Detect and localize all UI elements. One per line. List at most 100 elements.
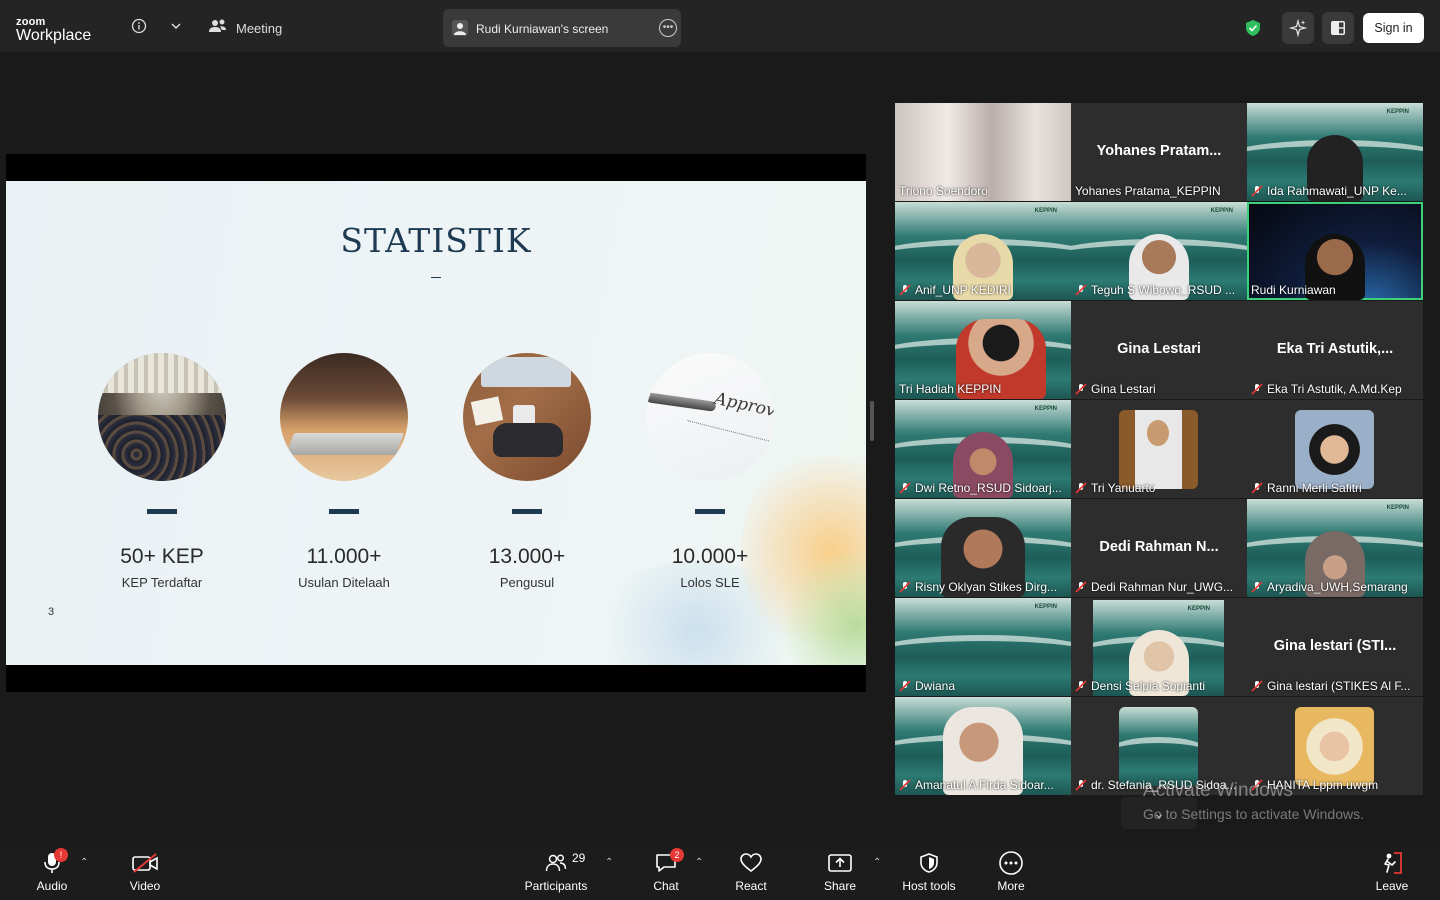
- participant-tile[interactable]: Tri Hadiah KEPPIN: [895, 301, 1071, 399]
- participant-tile[interactable]: Triono Soendoro: [895, 103, 1071, 201]
- panel-splitter-handle[interactable]: [870, 401, 874, 441]
- security-shield-icon[interactable]: [1243, 18, 1263, 38]
- participant-name: Dedi Rahman Nur_UWG...: [1075, 580, 1233, 594]
- audio-label: Audio: [36, 879, 68, 893]
- leave-button[interactable]: Leave: [1373, 850, 1411, 893]
- chat-unread-badge: 2: [670, 848, 684, 862]
- conference-hall-image: [98, 353, 226, 481]
- stat-bar: [329, 509, 359, 514]
- participant-name: Tri Yanuarto: [1075, 481, 1155, 495]
- mic-muted-icon: [899, 680, 911, 692]
- leave-label: Leave: [1375, 879, 1409, 893]
- stat-bar: [512, 509, 542, 514]
- participant-tile[interactable]: KEPPIN Aryadiva_UWH,Semarang: [1247, 499, 1423, 597]
- watermark-line1: Activate Windows: [1143, 780, 1293, 801]
- participant-tile[interactable]: Ranni Merli Safitri: [1247, 400, 1423, 498]
- participant-tile[interactable]: Risny Oklyan Stikes Dirg...: [895, 499, 1071, 597]
- mic-muted-icon: [1251, 581, 1263, 593]
- participant-name: Rudi Kurniawan: [1251, 283, 1336, 297]
- participant-tile[interactable]: Dedi Rahman N... Dedi Rahman Nur_UWG...: [1071, 499, 1247, 597]
- participant-name: Amanatul A Firda Sidoar...: [899, 778, 1054, 792]
- participant-tile[interactable]: KEPPIN Densi Selpia Sopianti: [1071, 598, 1247, 696]
- video-label: Video: [129, 879, 161, 893]
- sparkle-icon: [1289, 19, 1307, 37]
- participant-name: Teguh S Wibowo_RSUD ...: [1075, 283, 1235, 297]
- audio-options-caret[interactable]: ⌃: [80, 857, 88, 868]
- participant-tile[interactable]: Gina lestari (STI... Gina lestari (STIKE…: [1247, 598, 1423, 696]
- presenter-avatar-icon: [451, 19, 469, 37]
- participant-name: Eka Tri Astutik, A.Md.Kep: [1251, 382, 1402, 396]
- participants-icon: 29: [524, 850, 588, 876]
- participant-tile[interactable]: Tri Yanuarto: [1071, 400, 1247, 498]
- slide-page-number: 3: [48, 606, 55, 618]
- participant-name: Densi Selpia Sopianti: [1075, 679, 1205, 693]
- host-shield-icon: [900, 850, 958, 876]
- participants-icon: [208, 16, 228, 36]
- more-options-icon[interactable]: •••: [659, 19, 677, 37]
- participant-tile[interactable]: KEPPIN Ida Rahmawati_UNP Ke...: [1247, 103, 1423, 201]
- layout-icon: [1331, 21, 1345, 35]
- participant-name: Ida Rahmawati_UNP Ke...: [1251, 184, 1407, 198]
- participant-name: Gina Lestari: [1075, 382, 1156, 396]
- laptop-image: [280, 353, 408, 481]
- share-screen-icon: [820, 850, 860, 876]
- participant-tile[interactable]: Amanatul A Firda Sidoar...: [895, 697, 1071, 795]
- participant-tile[interactable]: Gina Lestari Gina Lestari: [1071, 301, 1247, 399]
- video-off-icon: [124, 850, 166, 876]
- more-icon: [992, 850, 1030, 876]
- participant-display-name: Yohanes Pratam...: [1096, 143, 1222, 159]
- meeting-label[interactable]: Meeting: [236, 21, 282, 36]
- title-underline: [431, 277, 441, 278]
- video-button[interactable]: Video: [124, 850, 166, 893]
- mic-muted-icon: [899, 779, 911, 791]
- view-layout-button[interactable]: [1322, 12, 1354, 44]
- approve-pen-image: Approv: [646, 353, 774, 481]
- info-icon[interactable]: [129, 16, 149, 36]
- react-button[interactable]: React: [731, 850, 771, 893]
- mic-muted-icon: [1251, 680, 1263, 692]
- participant-tile[interactable]: Eka Tri Astutik,... Eka Tri Astutik, A.M…: [1247, 301, 1423, 399]
- mic-muted-icon: [1075, 581, 1087, 593]
- participant-tile[interactable]: KEPPIN Dwi Retno_RSUD Sidoarj...: [895, 400, 1071, 498]
- stat-bar: [147, 509, 177, 514]
- more-button[interactable]: More: [992, 850, 1030, 893]
- audio-button[interactable]: ! Audio: [30, 848, 74, 893]
- participant-tile[interactable]: Yohanes Pratam... Yohanes Pratama_KEPPIN: [1071, 103, 1247, 201]
- stat-lolos-sle: Approv 10.000+ Lolos SLE: [630, 353, 790, 590]
- ai-companion-button[interactable]: [1282, 12, 1314, 44]
- participant-tile-active-speaker[interactable]: Rudi Kurniawan: [1247, 202, 1423, 300]
- participant-tile[interactable]: KEPPIN Anif_UNP KEDIRI: [895, 202, 1071, 300]
- stat-value: 13.000+: [488, 545, 566, 568]
- slide-title: STATISTIK: [340, 221, 532, 260]
- share-button[interactable]: Share: [820, 850, 860, 893]
- participants-button[interactable]: 29 Participants: [524, 850, 588, 893]
- participant-name: Dwiana: [899, 679, 955, 693]
- host-tools-label: Host tools: [902, 879, 956, 893]
- participant-display-name: Eka Tri Astutik,...: [1276, 341, 1394, 357]
- mic-muted-icon: [1075, 680, 1087, 692]
- stat-value: 10.000+: [671, 545, 749, 568]
- stat-usulan-ditelaah: 11.000+ Usulan Ditelaah: [264, 353, 424, 590]
- chat-options-caret[interactable]: ⌃: [695, 857, 703, 868]
- participant-tile[interactable]: KEPPIN Dwiana: [895, 598, 1071, 696]
- mic-muted-icon: [1075, 383, 1087, 395]
- sign-in-button[interactable]: Sign in: [1363, 13, 1424, 43]
- chat-icon: 2: [648, 848, 684, 876]
- participant-display-name: Gina lestari (STI...: [1273, 638, 1397, 654]
- chat-button[interactable]: 2 Chat: [648, 848, 684, 893]
- microphone-icon: !: [30, 848, 74, 876]
- participant-tile[interactable]: KEPPIN Teguh S Wibowo_RSUD ...: [1071, 202, 1247, 300]
- mic-muted-icon: [1251, 482, 1263, 494]
- logo-big: Workplace: [16, 27, 92, 44]
- approve-text: Approv: [712, 388, 774, 422]
- stat-kep-terdaftar: 50+ KEP KEP Terdaftar: [82, 353, 242, 590]
- share-options-caret[interactable]: ⌃: [873, 857, 881, 868]
- stat-value: 11.000+: [306, 545, 382, 568]
- stat-caption: Pengusul: [499, 575, 555, 590]
- participant-name: Anif_UNP KEDIRI: [899, 283, 1011, 297]
- chevron-down-icon[interactable]: [166, 16, 186, 36]
- leave-icon: [1373, 850, 1411, 876]
- participants-options-caret[interactable]: ⌃: [605, 857, 613, 868]
- host-tools-button[interactable]: Host tools: [900, 850, 958, 893]
- screen-share-indicator[interactable]: Rudi Kurniawan's screen •••: [443, 9, 681, 47]
